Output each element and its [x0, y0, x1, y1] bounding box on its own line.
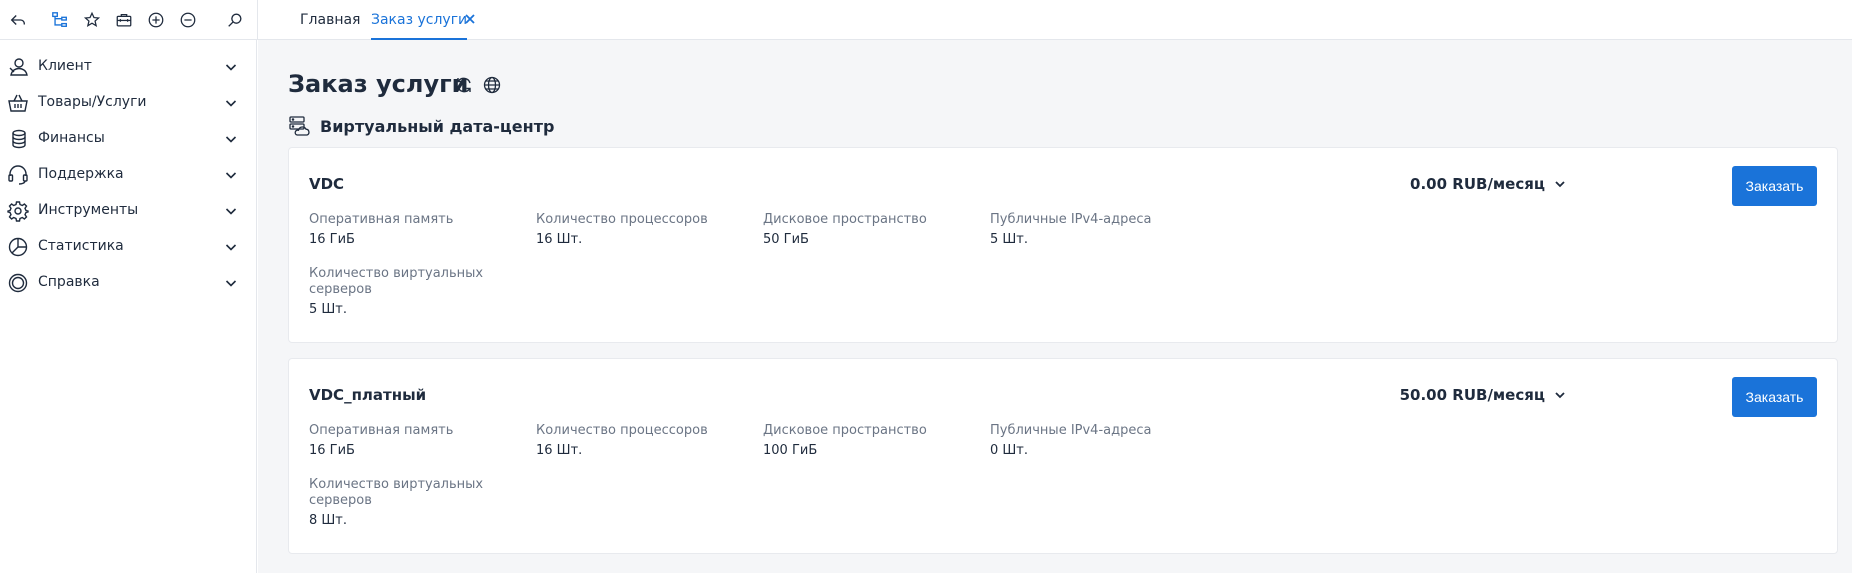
sidebar-item-tools[interactable]: Инструменты [0, 192, 257, 228]
back-icon[interactable] [8, 10, 28, 30]
chevron-down-icon [225, 136, 237, 143]
chevron-down-icon [225, 280, 237, 287]
tariff-name: VDC [309, 175, 345, 193]
star-icon[interactable] [82, 10, 102, 30]
param-value: 16 ГиБ [309, 443, 355, 458]
param-vservers: Количество виртуальных серверов 5 Шт. [309, 266, 489, 318]
param-value: 16 Шт. [536, 232, 583, 247]
param-value: 16 ГиБ [309, 232, 355, 247]
param-label: Количество виртуальных серверов [309, 477, 484, 508]
datacenter-icon [289, 116, 310, 136]
param-label: Количество процессоров [536, 423, 708, 438]
sidebar-item-goods[interactable]: Товары/Услуги [0, 84, 257, 120]
search-icon[interactable] [225, 10, 245, 30]
toolbar-divider [257, 0, 258, 40]
sidebar-item-statistics[interactable]: Статистика [0, 228, 257, 264]
briefcase-icon[interactable] [114, 10, 134, 30]
user-icon [7, 56, 29, 78]
param-vservers: Количество виртуальных серверов 8 Шт. [309, 477, 489, 529]
param-ipv4: Публичные IPv4-адреса 5 Шт. [990, 212, 1190, 248]
close-tab-icon[interactable] [463, 12, 477, 26]
plus-circle-icon[interactable] [146, 10, 166, 30]
param-value: 5 Шт. [309, 302, 348, 317]
headset-icon [7, 164, 29, 186]
tariff-name: VDC_платный [309, 386, 427, 404]
lifebuoy-icon [7, 272, 29, 294]
sidebar-item-label: Справка [38, 274, 100, 290]
sidebar: Клиент Товары/Услуги Финансы Поддержка И… [0, 40, 257, 573]
param-label: Оперативная память [309, 423, 454, 438]
gear-icon [7, 200, 29, 222]
minus-circle-icon[interactable] [178, 10, 198, 30]
param-value: 100 ГиБ [763, 443, 818, 458]
sidebar-item-label: Статистика [38, 238, 124, 254]
refresh-icon[interactable] [454, 75, 474, 95]
chevron-down-icon [225, 64, 237, 71]
sidebar-item-help[interactable]: Справка [0, 264, 257, 300]
tariff-card: VDC_платный 50.00 RUB/месяц Заказать Опе… [288, 358, 1838, 554]
price-value: 50.00 RUB/месяц [1399, 386, 1545, 404]
param-label: Оперативная память [309, 212, 454, 227]
chevron-down-icon [1555, 392, 1565, 399]
sidebar-item-label: Клиент [38, 58, 92, 74]
param-disk: Дисковое пространство 50 ГиБ [763, 212, 963, 248]
chevron-down-icon [225, 100, 237, 107]
param-label: Количество виртуальных серверов [309, 266, 484, 297]
coins-icon [7, 128, 29, 150]
param-ram: Оперативная память 16 ГиБ [309, 212, 509, 248]
tariff-card: VDC 0.00 RUB/месяц Заказать Оперативная … [288, 147, 1838, 343]
sidebar-item-label: Товары/Услуги [38, 94, 147, 110]
price-value: 0.00 RUB/месяц [1410, 175, 1545, 193]
sidebar-item-finance[interactable]: Финансы [0, 120, 257, 156]
param-ram: Оперативная память 16 ГиБ [309, 423, 509, 459]
basket-icon [7, 92, 29, 114]
pie-chart-icon [7, 236, 29, 258]
chevron-down-icon [1555, 181, 1565, 188]
chevron-down-icon [225, 208, 237, 215]
param-value: 8 Шт. [309, 513, 348, 528]
param-value: 16 Шт. [536, 443, 583, 458]
param-cpu: Количество процессоров 16 Шт. [536, 212, 736, 248]
page-title: Заказ услуги [288, 70, 469, 98]
param-value: 50 ГиБ [763, 232, 809, 247]
price-selector[interactable]: 0.00 RUB/месяц [1410, 175, 1567, 193]
section-header: Виртуальный дата-центр [288, 112, 554, 140]
sidebar-item-label: Поддержка [38, 166, 124, 182]
param-ipv4: Публичные IPv4-адреса 0 Шт. [990, 423, 1190, 459]
param-disk: Дисковое пространство 100 ГиБ [763, 423, 963, 459]
param-label: Количество процессоров [536, 212, 708, 227]
main-content: Заказ услуги Виртуальный дата-центр VDC … [258, 40, 1852, 573]
param-label: Публичные IPv4-адреса [990, 212, 1152, 227]
tab-home[interactable]: Главная [300, 0, 360, 40]
sidebar-item-support[interactable]: Поддержка [0, 156, 257, 192]
sidebar-item-client[interactable]: Клиент [0, 48, 257, 84]
param-value: 5 Шт. [990, 232, 1029, 247]
param-label: Дисковое пространство [763, 212, 927, 227]
sidebar-item-label: Инструменты [38, 202, 139, 218]
param-label: Дисковое пространство [763, 423, 927, 438]
chevron-down-icon [225, 244, 237, 251]
section-title: Виртуальный дата-центр [320, 116, 555, 136]
param-value: 0 Шт. [990, 443, 1029, 458]
top-toolbar: Главная Заказ услуги [0, 0, 1852, 40]
price-selector[interactable]: 50.00 RUB/месяц [1400, 386, 1567, 404]
param-cpu: Количество процессоров 16 Шт. [536, 423, 736, 459]
order-button[interactable]: Заказать [1732, 377, 1817, 417]
param-label: Публичные IPv4-адреса [990, 423, 1152, 438]
tab-service-order[interactable]: Заказ услуги [371, 0, 468, 40]
sitemap-icon[interactable] [50, 10, 70, 30]
order-button[interactable]: Заказать [1732, 166, 1817, 206]
chevron-down-icon [225, 172, 237, 179]
sidebar-item-label: Финансы [38, 130, 105, 146]
globe-icon[interactable] [482, 75, 502, 95]
